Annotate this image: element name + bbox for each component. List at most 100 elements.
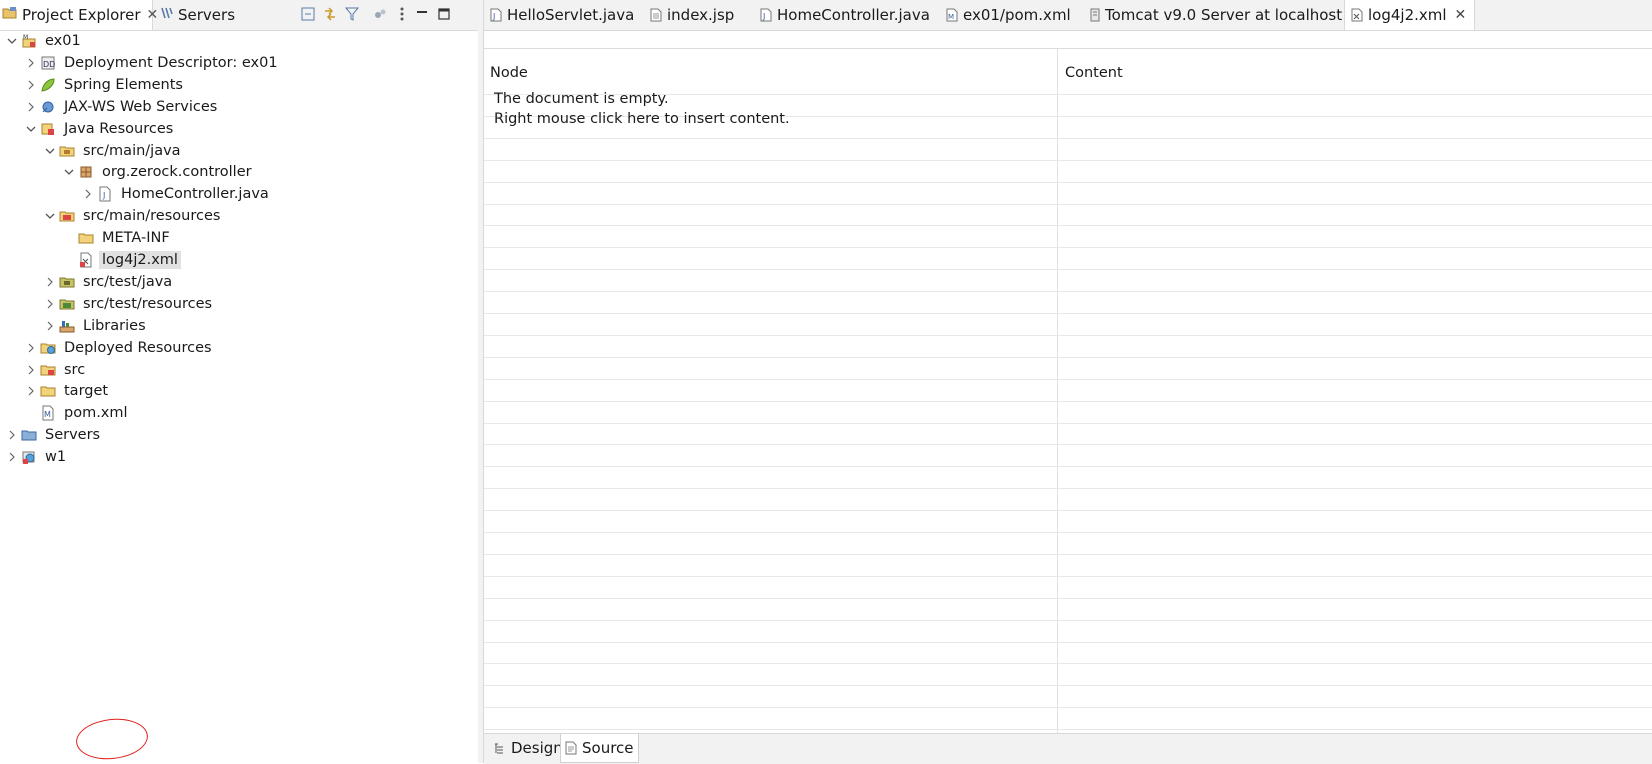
tab-home-controller[interactable]: J HomeController.java	[760, 0, 930, 30]
tree-item-label: src/test/java	[83, 273, 173, 290]
tab-servers[interactable]: Servers	[158, 0, 235, 30]
chevron-right-icon[interactable]	[80, 186, 96, 202]
tree-item[interactable]: Servers	[0, 424, 478, 446]
chevron-right-icon[interactable]	[23, 340, 39, 356]
view-menu-icon[interactable]	[370, 4, 390, 24]
tab-pom-xml[interactable]: M ex01/pom.xml	[946, 0, 1071, 30]
design-grid[interactable]: Node Content The document is empty. Righ…	[484, 48, 1652, 734]
tree-item[interactable]: Mpom.xml	[0, 402, 478, 424]
tree-item[interactable]: target	[0, 380, 478, 402]
chevron-right-icon[interactable]	[42, 318, 58, 334]
chevron-down-icon[interactable]	[42, 143, 58, 159]
tab-log4j2-xml[interactable]: log4j2.xml ✕	[1344, 0, 1476, 30]
tab-tomcat-server[interactable]: Tomcat v9.0 Server at localhost	[1090, 0, 1342, 30]
svg-text:DD: DD	[43, 60, 55, 69]
tree-item[interactable]: J HomeController.java	[0, 183, 478, 205]
xml-file-icon	[1351, 8, 1363, 22]
tree-item[interactable]: DD Deployment Descriptor: ex01	[0, 52, 478, 74]
tab-label: Tomcat v9.0 Server at localhost	[1105, 6, 1343, 24]
tree-item-label: Deployed Resources	[64, 339, 212, 356]
editor-page-tabs: Design Source	[484, 733, 1652, 764]
column-header-content[interactable]: Content	[1065, 49, 1123, 97]
chevron-right-icon[interactable]	[42, 274, 58, 290]
tree-item[interactable]: META-INF	[0, 227, 478, 249]
tree-item[interactable]: Deployed Resources	[0, 337, 478, 359]
svg-text:J: J	[492, 12, 495, 21]
tree-item-label: HomeController.java	[121, 186, 269, 203]
tab-index-jsp[interactable]: index.jsp	[650, 0, 734, 30]
chevron-down-icon[interactable]	[42, 208, 58, 224]
grid-row-line	[484, 356, 1652, 358]
tab-design[interactable]: Design	[490, 734, 567, 762]
empty-message-hint: Right mouse click here to insert content…	[494, 111, 790, 127]
grid-row-line	[484, 444, 1652, 446]
tree-item[interactable]: Java Resources	[0, 118, 478, 140]
tree-item-label: log4j2.xml	[99, 251, 181, 269]
tab-label: Project Explorer	[22, 6, 141, 24]
java-file-icon: J	[96, 186, 114, 202]
chevron-right-icon[interactable]	[42, 296, 58, 312]
editor-tab-bar: J HelloServlet.java index.jsp J HomeCont…	[484, 0, 1652, 31]
tab-source[interactable]: Source	[560, 734, 639, 763]
tab-hello-servlet[interactable]: J HelloServlet.java	[490, 0, 634, 30]
tree-item[interactable]: Spring Elements	[0, 74, 478, 96]
test-source-folder-icon	[58, 274, 76, 290]
chevron-right-icon[interactable]	[23, 383, 39, 399]
source-tab-icon	[565, 741, 577, 755]
chevron-right-icon[interactable]	[4, 449, 20, 465]
tree-item[interactable]: Libraries	[0, 315, 478, 337]
grid-row-line	[484, 663, 1652, 665]
link-with-editor-icon[interactable]	[320, 4, 340, 24]
chevron-right-icon[interactable]	[4, 427, 20, 443]
close-icon[interactable]: ✕	[1455, 7, 1467, 23]
grid-row-line	[484, 291, 1652, 293]
java-resources-icon	[39, 121, 57, 137]
svg-text:M: M	[948, 13, 954, 21]
grid-row-line	[484, 137, 1652, 139]
minimize-icon[interactable]	[412, 4, 432, 24]
chevron-right-icon[interactable]	[23, 55, 39, 71]
chevron-down-icon[interactable]	[4, 33, 20, 49]
tree-item-label: src	[64, 361, 86, 378]
collapse-all-icon[interactable]	[298, 4, 318, 24]
maximize-icon[interactable]	[434, 4, 454, 24]
tree-item[interactable]: src/test/java	[0, 271, 478, 293]
chevron-right-icon[interactable]	[23, 77, 39, 93]
tree-item[interactable]: org.zerock.controller	[0, 161, 478, 183]
java-file-icon: J	[490, 8, 502, 22]
test-resource-folder-icon	[58, 296, 76, 312]
folder-icon	[77, 230, 95, 246]
tree-item-label: Servers	[45, 427, 101, 444]
tree-item[interactable]: JAX-WS Web Services	[0, 96, 478, 118]
tree-item[interactable]: src/main/java	[0, 140, 478, 162]
chevron-down-icon[interactable]	[23, 121, 39, 137]
filter-icon[interactable]	[342, 4, 362, 24]
tree-item[interactable]: Mex01	[0, 30, 478, 52]
empty-document-message[interactable]: The document is empty. Right mouse click…	[494, 89, 790, 129]
grid-row-line	[484, 575, 1652, 577]
grid-row-line	[484, 334, 1652, 336]
close-icon[interactable]: ✕	[147, 7, 159, 23]
tree-item[interactable]: src/main/resources	[0, 205, 478, 227]
grid-row-line	[484, 422, 1652, 424]
tree-item[interactable]: w1	[0, 446, 478, 468]
server-icon	[1090, 8, 1100, 22]
tree-item[interactable]: src/test/resources	[0, 293, 478, 315]
more-icon[interactable]	[392, 4, 412, 24]
tree-item[interactable]: log4j2.xml	[0, 249, 478, 271]
chevron-right-icon[interactable]	[23, 99, 39, 115]
svg-text:M: M	[44, 410, 51, 419]
maven-pom-icon: M	[39, 405, 57, 421]
chevron-down-icon[interactable]	[61, 164, 77, 180]
empty-message-line: The document is empty.	[494, 91, 669, 107]
tab-project-explorer[interactable]: Project Explorer ✕	[0, 0, 158, 30]
column-divider[interactable]	[1057, 49, 1058, 734]
tree-item[interactable]: src	[0, 359, 478, 381]
tree-item-label: target	[64, 383, 109, 400]
tab-label: Source	[582, 739, 634, 757]
web-services-icon	[39, 99, 57, 115]
java-file-icon: J	[760, 8, 772, 22]
svg-text:J: J	[762, 12, 765, 21]
chevron-right-icon[interactable]	[23, 362, 39, 378]
